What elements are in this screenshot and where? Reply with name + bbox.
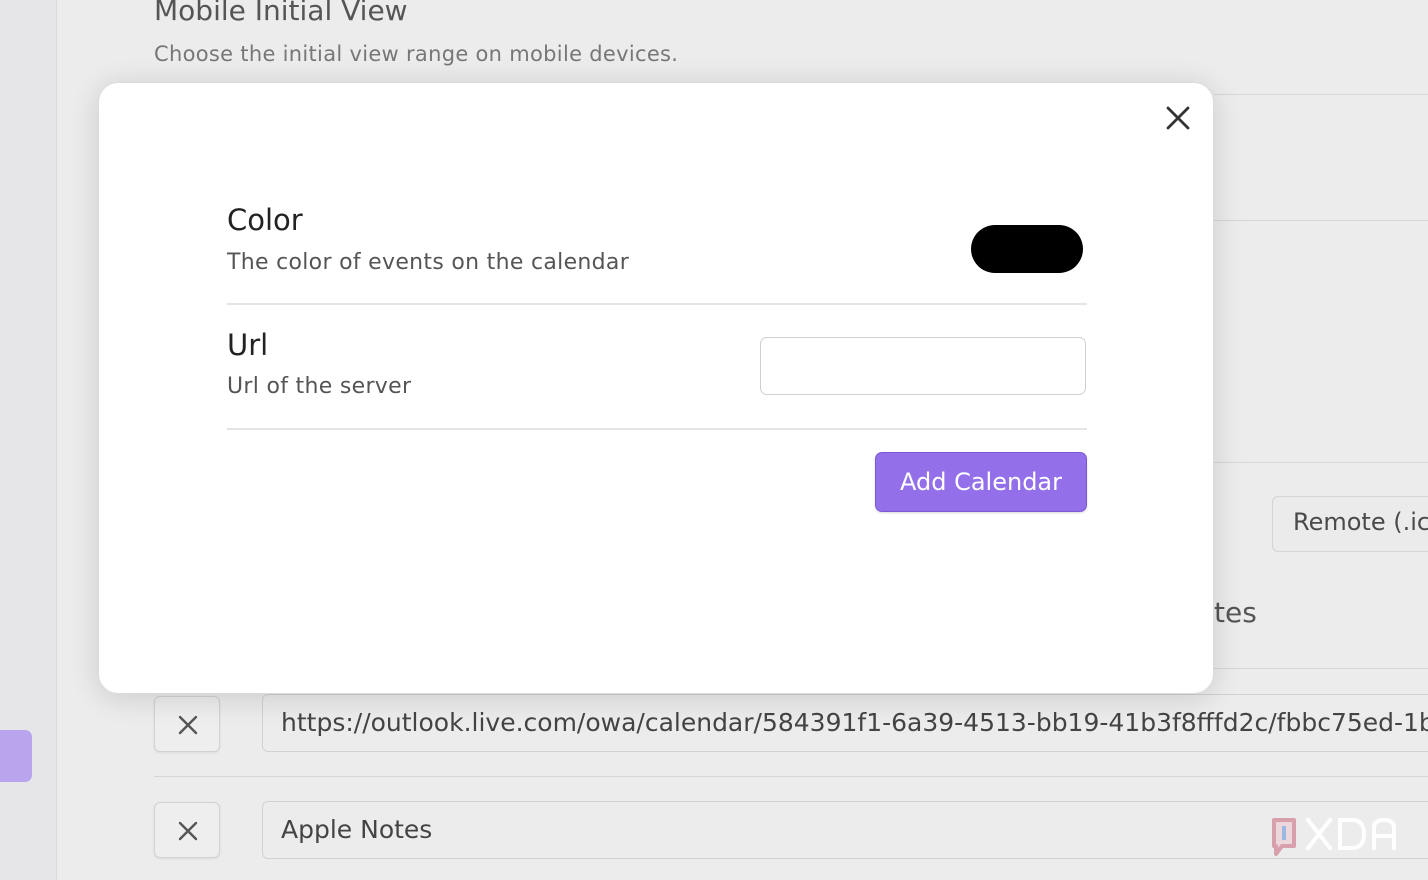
add-calendar-modal: Color The color of events on the calenda…: [98, 82, 1214, 694]
remove-calendar-button[interactable]: [154, 696, 220, 752]
close-icon: [178, 821, 198, 841]
remove-calendar-button[interactable]: [154, 802, 220, 858]
xda-logo: [1272, 817, 1396, 856]
url-setting-name: Url: [227, 328, 269, 362]
close-icon: [1166, 106, 1190, 130]
active-nav-indicator[interactable]: [0, 730, 32, 782]
modal-close-button[interactable]: [1165, 105, 1191, 131]
divider: [1214, 94, 1428, 95]
url-setting-row: Url Url of the server: [227, 317, 1087, 430]
left-sidebar: [0, 0, 57, 880]
calendar-name-field[interactable]: Apple Notes: [262, 801, 1428, 859]
url-input[interactable]: [760, 337, 1086, 395]
add-calendar-button[interactable]: Add Calendar: [875, 452, 1087, 512]
url-setting-description: Url of the server: [227, 374, 412, 399]
divider: [154, 776, 1428, 777]
calendar-type-dropdown[interactable]: Remote (.ics): [1272, 496, 1428, 552]
color-picker[interactable]: [971, 225, 1083, 273]
close-icon: [178, 715, 198, 735]
divider: [1214, 668, 1428, 669]
color-setting-row: Color The color of events on the calenda…: [227, 203, 1087, 305]
section-title: tes: [1214, 596, 1257, 629]
divider: [1214, 462, 1428, 463]
setting-title: Mobile Initial View: [154, 0, 408, 27]
setting-description: Choose the initial view range on mobile …: [154, 42, 679, 66]
color-setting-description: The color of events on the calendar: [227, 250, 630, 275]
calendar-url-field[interactable]: https://outlook.live.com/owa/calendar/58…: [262, 694, 1428, 752]
color-setting-name: Color: [227, 203, 303, 237]
divider: [1214, 220, 1428, 221]
